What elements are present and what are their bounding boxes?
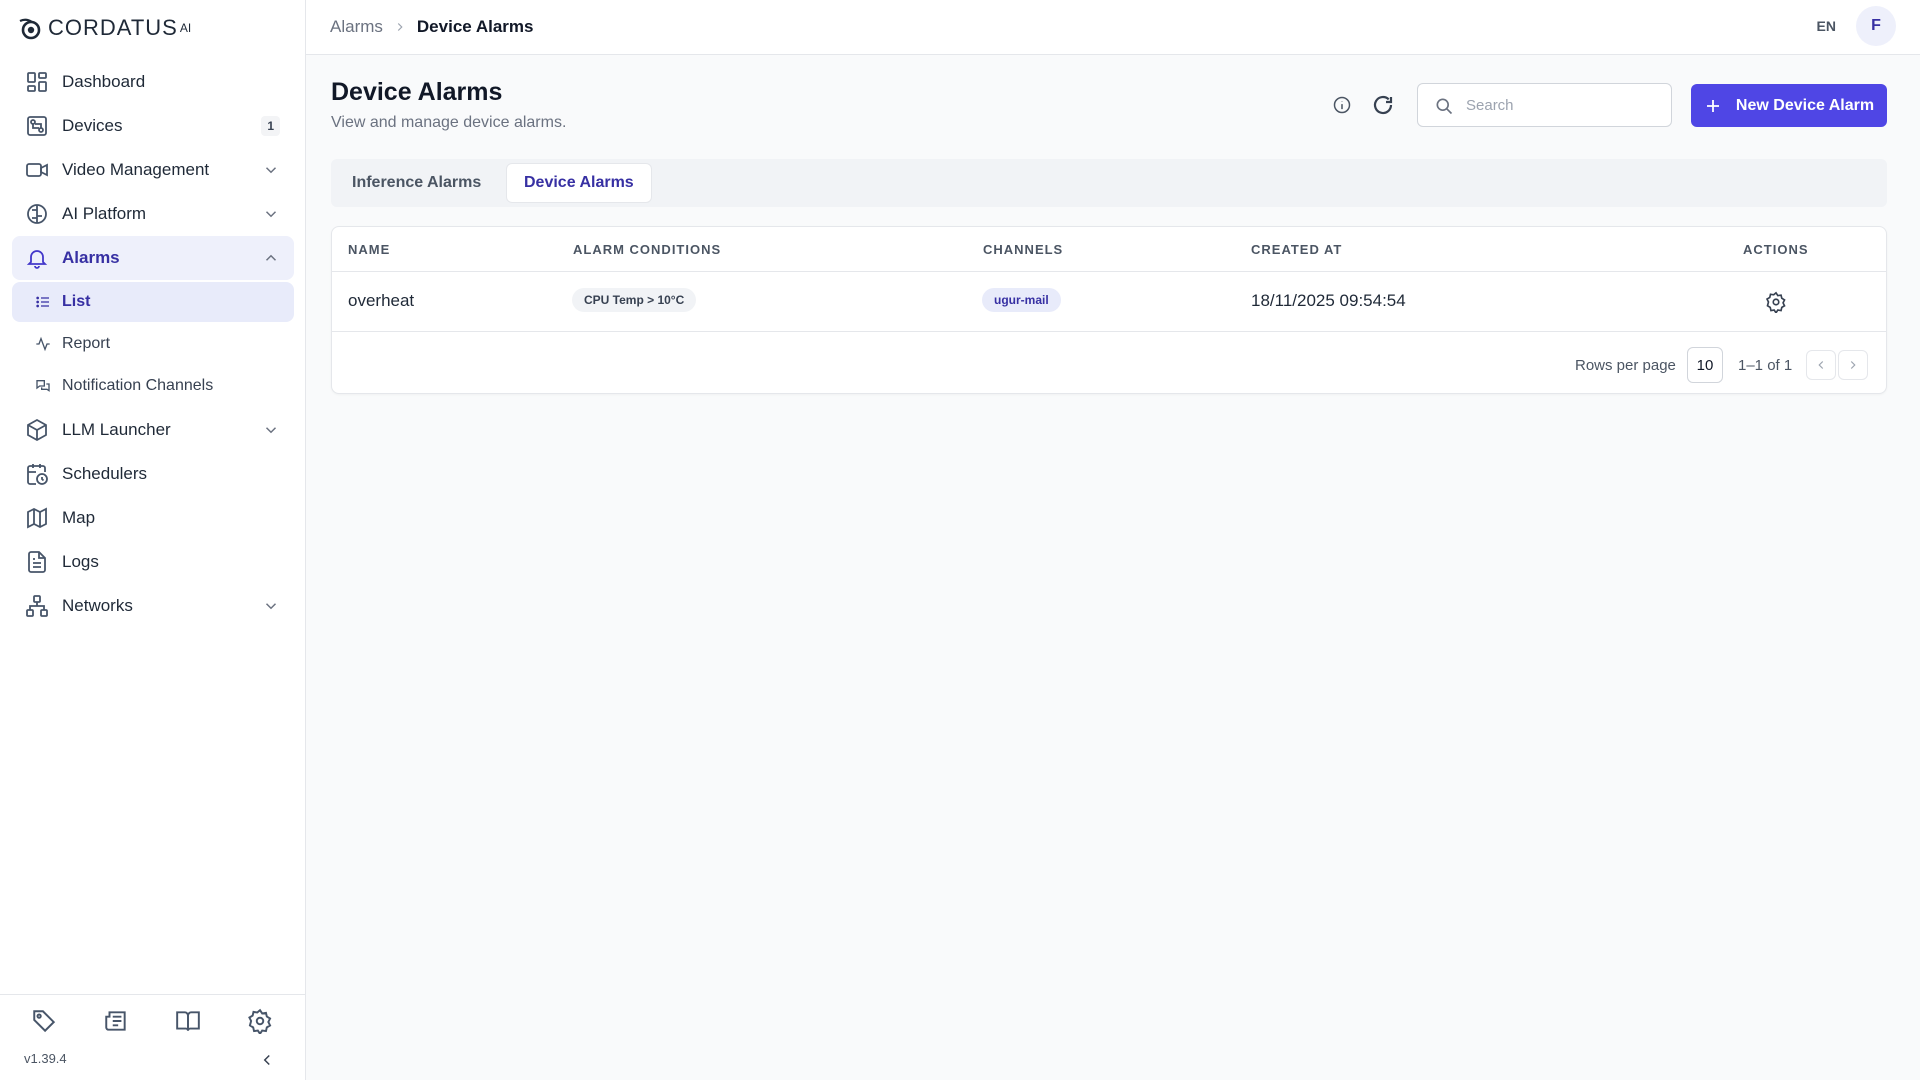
logo-text: CORDATUS <box>48 15 178 40</box>
map-icon <box>24 505 50 531</box>
alarm-condition-chip: CPU Temp > 10°C <box>572 288 697 312</box>
sidebar-item-map[interactable]: Map <box>12 496 294 540</box>
sidebar-item-networks[interactable]: Networks <box>12 584 294 628</box>
refresh-icon[interactable] <box>1371 93 1397 119</box>
created-at-cell: 18/11/2025 09:54:54 <box>1251 291 1406 310</box>
app-version: v1.39.4 <box>24 1051 67 1066</box>
page-title: Device Alarms <box>331 78 503 106</box>
video-icon <box>24 157 50 183</box>
tag-icon[interactable] <box>30 1007 58 1035</box>
sidebar-item-alarms[interactable]: Alarms <box>12 236 294 280</box>
sidebar-nav: Dashboard Devices 1 Video Management AI … <box>0 60 306 628</box>
table-header: NAME ALARM CONDITIONS CHANNELS CREATED A… <box>332 227 1886 272</box>
calendar-clock-icon <box>24 461 50 487</box>
tab-inference-alarms[interactable]: Inference Alarms <box>335 163 498 203</box>
rows-per-page-label: Rows per page <box>1575 357 1676 374</box>
column-header-channels[interactable]: CHANNELS <box>983 242 1063 257</box>
sidebar-subitem-report[interactable]: Report <box>12 324 294 364</box>
devices-icon <box>24 113 50 139</box>
breadcrumb-current: Device Alarms <box>416 17 534 36</box>
sidebar-item-ai-platform[interactable]: AI Platform <box>12 192 294 236</box>
gear-icon[interactable] <box>246 1007 274 1035</box>
activity-icon <box>34 335 52 353</box>
newspaper-icon[interactable] <box>102 1007 130 1035</box>
cube-icon <box>24 417 50 443</box>
sidebar-item-label: Networks <box>62 596 133 615</box>
chevron-right-icon <box>393 20 407 34</box>
sidebar-subitem-label: Report <box>62 335 111 352</box>
info-icon[interactable] <box>1332 95 1354 117</box>
sidebar-item-label: Devices <box>62 116 123 135</box>
pagination: Rows per page 10 1–1 of 1 <box>332 333 1886 395</box>
alarm-name-cell: overheat <box>348 291 415 310</box>
column-header-created-at[interactable]: CREATED AT <box>1251 242 1342 257</box>
sidebar-footer: v1.39.4 <box>0 994 306 1080</box>
sidebar-item-label: AI Platform <box>62 204 147 223</box>
search-icon <box>1434 96 1454 116</box>
logo-suffix: AI <box>179 21 192 35</box>
sidebar-subitem-list[interactable]: List <box>12 282 294 322</box>
new-device-alarm-label: New Device Alarm <box>1735 96 1875 114</box>
previous-page-button[interactable] <box>1806 350 1836 380</box>
column-header-name[interactable]: NAME <box>348 242 390 257</box>
file-text-icon <box>24 549 50 575</box>
rows-per-page-select[interactable]: 10 <box>1687 347 1723 383</box>
sidebar-item-devices[interactable]: Devices 1 <box>12 104 294 148</box>
gear-icon[interactable] <box>1765 291 1787 313</box>
main-content: Device Alarms View and manage device ala… <box>306 55 1920 1080</box>
collapse-sidebar-icon[interactable] <box>258 1051 276 1069</box>
sidebar-subitem-label: List <box>62 293 91 310</box>
search-input[interactable] <box>1466 84 1661 126</box>
sidebar-item-label: Map <box>62 508 96 527</box>
book-open-icon[interactable] <box>174 1007 202 1035</box>
sidebar-subitem-notification-channels[interactable]: Notification Channels <box>12 366 294 406</box>
chevron-down-icon[interactable] <box>262 597 280 615</box>
list-icon <box>34 293 52 311</box>
devices-count-badge: 1 <box>261 116 280 136</box>
alarm-tabs: Inference Alarms Device Alarms <box>331 159 1887 207</box>
dashboard-icon <box>24 69 50 95</box>
chevron-down-icon[interactable] <box>262 161 280 179</box>
page-subtitle: View and manage device alarms. <box>331 114 567 131</box>
sidebar-item-schedulers[interactable]: Schedulers <box>12 452 294 496</box>
channel-chip: ugur-mail <box>982 288 1061 312</box>
new-device-alarm-button[interactable]: New Device Alarm <box>1691 84 1887 127</box>
sidebar-item-label: Video Management <box>62 160 210 179</box>
network-icon <box>24 593 50 619</box>
sidebar-item-label: Dashboard <box>62 72 146 91</box>
pagination-range: 1–1 of 1 <box>1738 357 1793 374</box>
sidebar-item-logs[interactable]: Logs <box>12 540 294 584</box>
next-page-button[interactable] <box>1838 350 1868 380</box>
device-alarms-table: NAME ALARM CONDITIONS CHANNELS CREATED A… <box>331 226 1887 394</box>
sidebar-item-dashboard[interactable]: Dashboard <box>12 60 294 104</box>
messages-icon <box>34 377 52 395</box>
user-avatar[interactable]: F <box>1856 6 1896 46</box>
chevron-down-icon[interactable] <box>262 205 280 223</box>
topbar: Alarms Device Alarms EN F <box>306 0 1920 55</box>
chevron-down-icon[interactable] <box>262 421 280 439</box>
sidebar-subitem-label: Notification Channels <box>62 377 214 394</box>
bell-icon <box>24 245 50 271</box>
column-header-actions: ACTIONS <box>1743 242 1809 257</box>
sidebar-item-video-management[interactable]: Video Management <box>12 148 294 192</box>
search-box <box>1417 83 1672 127</box>
sidebar-item-label: Schedulers <box>62 464 148 483</box>
column-header-alarm-conditions[interactable]: ALARM CONDITIONS <box>573 242 721 257</box>
breadcrumb-alarms-link[interactable]: Alarms <box>330 17 383 37</box>
language-selector[interactable]: EN <box>1817 18 1836 34</box>
breadcrumb: Alarms Device Alarms <box>330 17 533 37</box>
sidebar-item-label: Logs <box>62 552 99 571</box>
table-row[interactable]: overheat CPU Temp > 10°C ugur-mail 18/11… <box>332 272 1886 332</box>
sidebar-item-llm-launcher[interactable]: LLM Launcher <box>12 408 294 452</box>
brain-icon <box>24 201 50 227</box>
sidebar-item-label: Alarms <box>62 248 120 267</box>
chevron-up-icon[interactable] <box>262 249 280 267</box>
sidebar: CORDATUS AI Dashboard Devices 1 Video Man… <box>0 0 306 1080</box>
tab-device-alarms[interactable]: Device Alarms <box>506 163 652 203</box>
app-logo[interactable]: CORDATUS AI <box>18 14 191 42</box>
sidebar-item-label: LLM Launcher <box>62 420 171 439</box>
logo-eye-icon <box>19 18 41 40</box>
footer-icon-row <box>30 1007 274 1035</box>
plus-icon <box>1704 97 1722 115</box>
